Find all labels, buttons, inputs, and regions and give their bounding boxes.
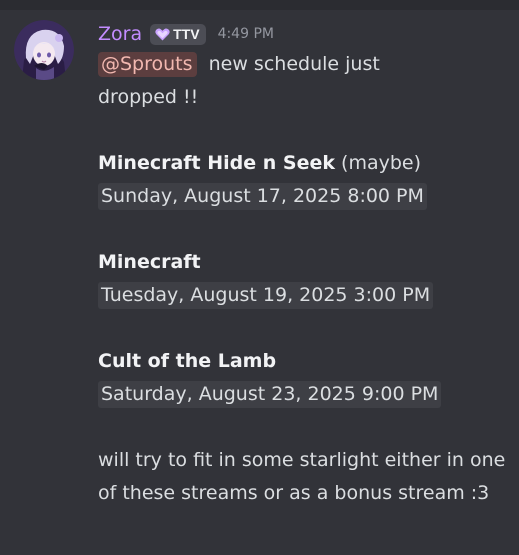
- server-tag[interactable]: TTV: [150, 23, 206, 45]
- top-divider: [0, 0, 519, 10]
- author-name[interactable]: Zora: [98, 23, 142, 45]
- event-title-line: Minecraft Hide n Seek (maybe): [98, 147, 508, 180]
- outro-text: will try to fit in some starlight either…: [98, 449, 506, 504]
- event-timestamp[interactable]: Saturday, August 23, 2025 9:00 PM: [98, 381, 442, 408]
- heart-icon: [155, 28, 170, 41]
- event-title: Minecraft Hide n Seek: [98, 152, 335, 174]
- message-body: @Sprouts new schedule just dropped !! Mi…: [98, 48, 508, 510]
- event-timestamp[interactable]: Sunday, August 17, 2025 8:00 PM: [98, 183, 427, 210]
- event-title-line: Cult of the Lamb: [98, 345, 508, 378]
- message-header: Zora TTV 4:49 PM: [98, 21, 508, 47]
- chat-message: Zora TTV 4:49 PM @Sprouts new schedule j…: [0, 10, 519, 555]
- message-content: Zora TTV 4:49 PM @Sprouts new schedule j…: [98, 21, 508, 510]
- intro-line: @Sprouts new schedule just: [98, 48, 508, 81]
- event-title: Cult of the Lamb: [98, 350, 277, 372]
- avatar[interactable]: [14, 20, 74, 80]
- intro-text: new schedule just: [208, 53, 380, 75]
- event-title: Minecraft: [98, 251, 201, 273]
- message-timestamp[interactable]: 4:49 PM: [218, 26, 274, 42]
- user-mention[interactable]: @Sprouts: [98, 52, 197, 77]
- event-timestamp[interactable]: Tuesday, August 19, 2025 3:00 PM: [98, 282, 434, 309]
- event-note: (maybe): [341, 152, 422, 174]
- event-datetime-line: Saturday, August 23, 2025 9:00 PM: [98, 378, 508, 411]
- event-datetime-line: Tuesday, August 19, 2025 3:00 PM: [98, 279, 508, 312]
- event-datetime-line: Sunday, August 17, 2025 8:00 PM: [98, 180, 508, 213]
- event-title-line: Minecraft: [98, 246, 508, 279]
- tag-label: TTV: [173, 26, 200, 42]
- intro-line-2: dropped !!: [98, 86, 199, 108]
